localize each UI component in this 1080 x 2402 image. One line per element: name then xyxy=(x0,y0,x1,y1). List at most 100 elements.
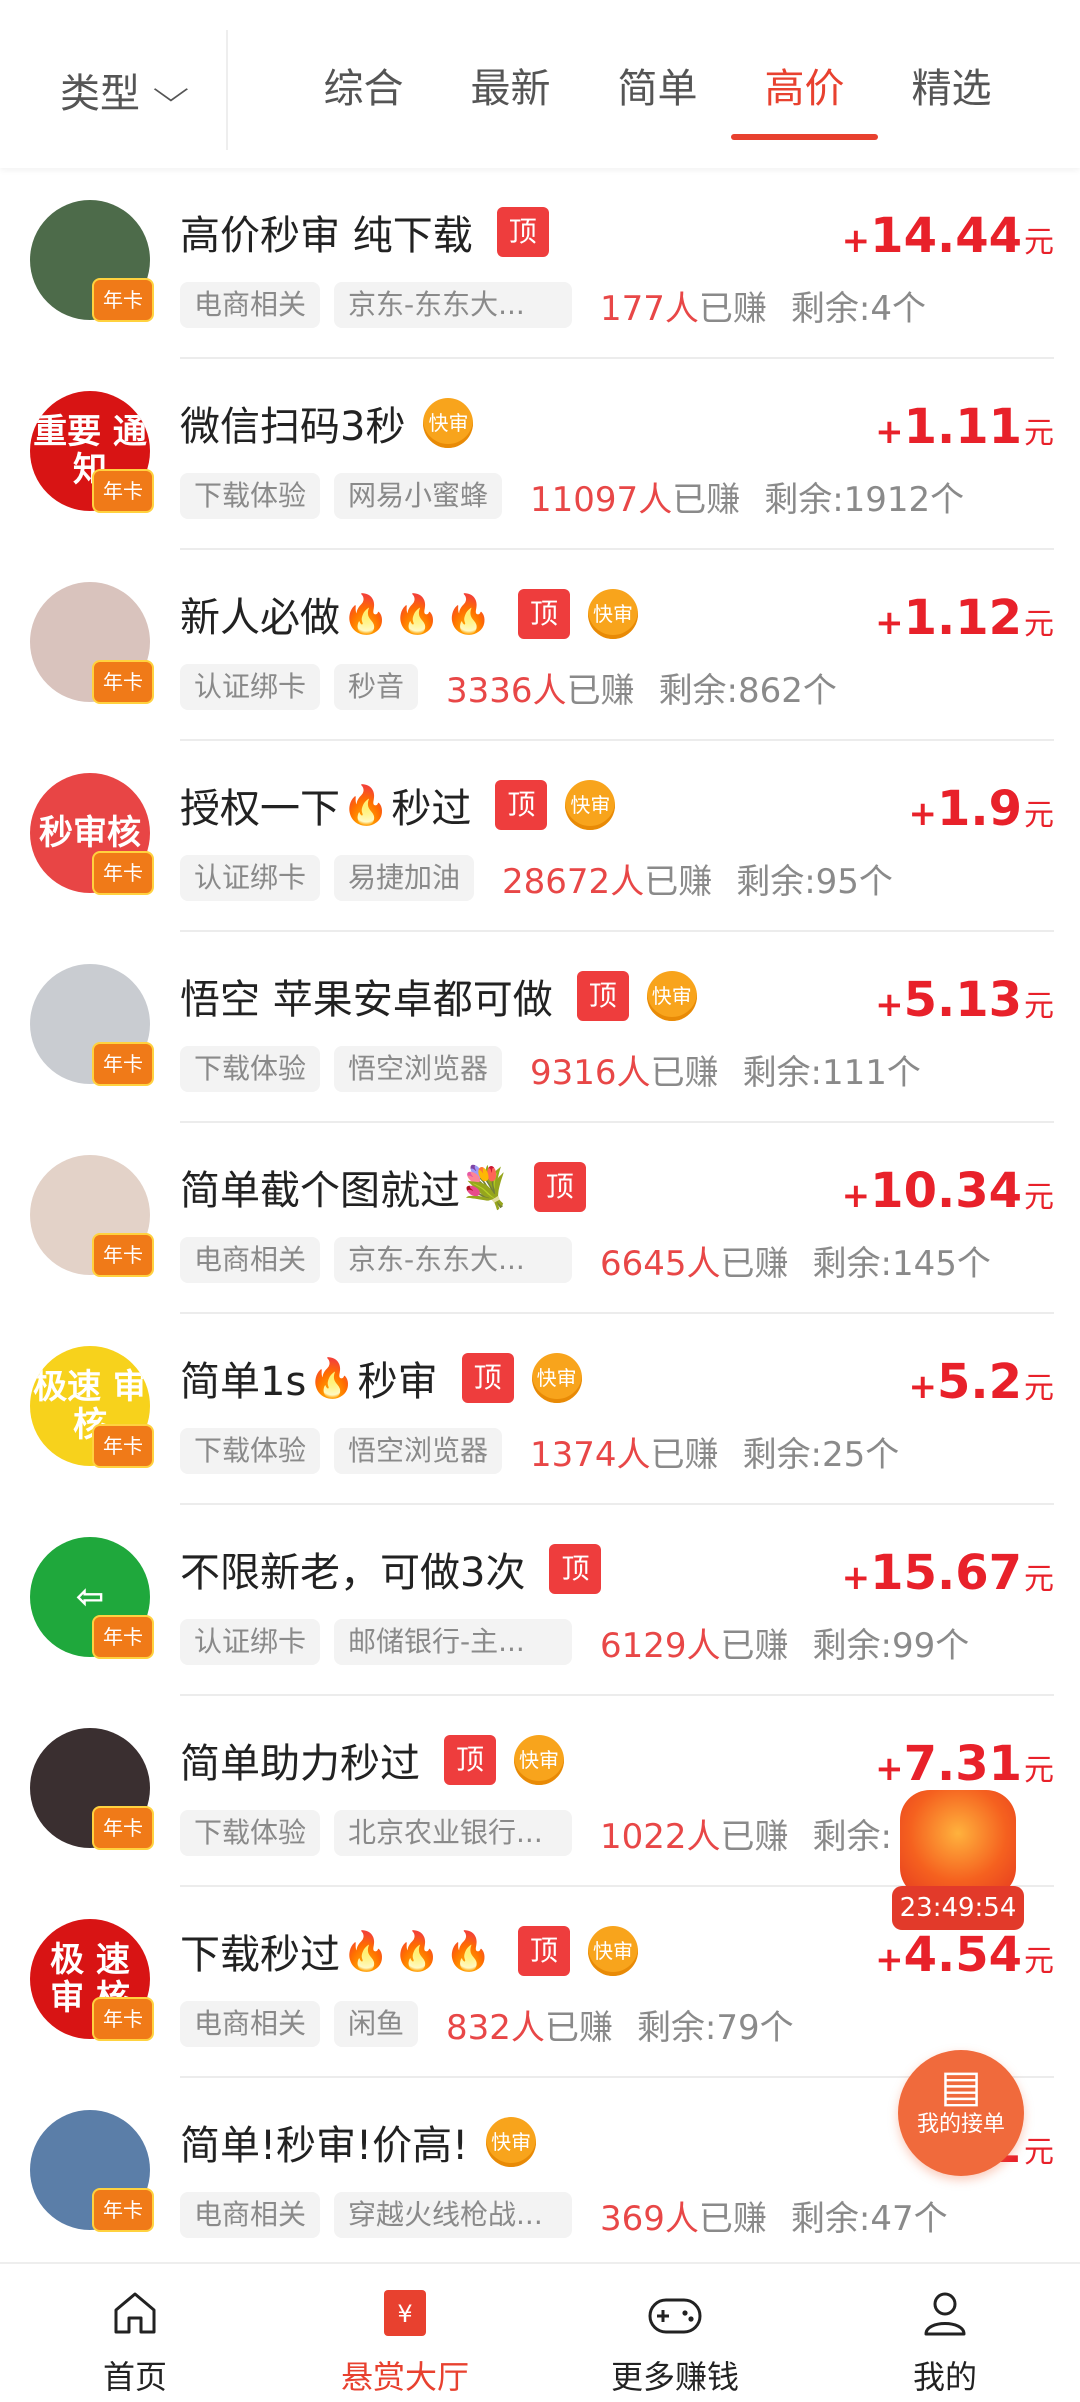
task-title: 授权一下 xyxy=(180,786,340,832)
tab-simple[interactable]: 简单 xyxy=(584,0,731,168)
earned-count: 177人已赚 xyxy=(600,288,767,329)
task-title: 简单助力秒过 xyxy=(180,1741,420,1787)
fast-review-badge: 快审 xyxy=(565,780,616,830)
year-card-badge: 年卡 xyxy=(92,1424,154,1468)
year-card-badge: 年卡 xyxy=(92,469,154,513)
task-price: +14.44 元 xyxy=(841,208,1054,264)
year-card-badge: 年卡 xyxy=(92,1042,154,1086)
remaining-count: 剩余:79个 xyxy=(636,2007,794,2048)
task-price: +15.67 元 xyxy=(841,1545,1054,1601)
task-title: 微信扫码3秒 xyxy=(180,404,406,450)
task-item[interactable]: 极速 审核 年卡 简单1s 🔥 秒审顶快审 下载体验 悟空浏览器 1374人已赚 剩余:25个 +… xyxy=(0,1314,1080,1505)
task-price: +5.13 元 xyxy=(875,972,1054,1028)
fire-icon: 🔥 xyxy=(342,1928,390,1973)
task-title-row: 授权一下 🔥 秒过顶快审 xyxy=(180,775,616,835)
app-tag: 穿越火线枪战... xyxy=(334,2192,573,2238)
task-meta: 电商相关 京东-东东大... 6645人已赚 剩余:145个 xyxy=(180,1235,991,1285)
remaining-count: 剩余:99个 xyxy=(812,1625,970,1666)
task-title: 下载秒过 xyxy=(180,1932,340,1978)
remaining-count: 剩余:4个 xyxy=(790,288,927,329)
top-badge: 顶 xyxy=(495,780,548,830)
task-price: +10.34 元 xyxy=(841,1163,1054,1219)
my-orders-button[interactable]: ▤ 我的接单 xyxy=(898,2050,1024,2176)
task-price: +5.2 元 xyxy=(908,1354,1054,1410)
year-card-badge: 年卡 xyxy=(92,851,154,895)
task-item[interactable]: 年卡 新人必做 🔥 🔥 🔥 顶快审 认证绑卡 秒音 3336人已赚 剩余:862个 +1.12 元 xyxy=(0,550,1080,741)
app-tag: 悟空浏览器 xyxy=(334,1428,503,1474)
fast-review-badge: 快审 xyxy=(587,1926,638,1976)
task-meta: 下载体验 悟空浏览器 9316人已赚 剩余:111个 xyxy=(180,1044,921,1094)
earned-count: 11097人已赚 xyxy=(530,479,741,520)
task-item[interactable]: 秒审核 年卡 授权一下 🔥 秒过顶快审 认证绑卡 易捷加油 28672人已赚 剩余:95个 +1.… xyxy=(0,741,1080,932)
task-item[interactable]: 年卡 简单截个图就过 💐 顶电商相关 京东-东东大... 6645人已赚 剩余:145个 +1… xyxy=(0,1123,1080,1314)
remaining-count: 剩余:47个 xyxy=(790,2198,948,2239)
task-title-tail: 秒过 xyxy=(391,786,472,832)
red-packet-icon xyxy=(900,1790,1016,1898)
category-tag: 电商相关 xyxy=(180,282,321,328)
remaining-count: 剩余:25个 xyxy=(742,1434,900,1475)
tab-featured[interactable]: 精选 xyxy=(878,0,1025,168)
task-meta: 下载体验 北京农业银行... 1022人已赚 剩余: xyxy=(180,1808,892,1858)
app-tag: 邮储银行-主... xyxy=(334,1619,573,1665)
red-packet-widget[interactable]: 23:49:54 xyxy=(892,1790,1024,1940)
active-tab-indicator xyxy=(731,134,878,140)
tab-latest[interactable]: 最新 xyxy=(437,0,584,168)
earned-count: 28672人已赚 xyxy=(502,861,713,902)
category-tag: 电商相关 xyxy=(180,1237,321,1283)
nav-more-earning[interactable]: 更多赚钱 xyxy=(540,2264,810,2402)
fire-icon: 🔥 xyxy=(393,1928,441,1973)
remaining-count: 剩余:111个 xyxy=(742,1052,921,1093)
task-meta: 下载体验 网易小蜜蜂 11097人已赚 剩余:1912个 xyxy=(180,471,964,521)
bottom-nav: 首页 ¥ 悬赏大厅 更多赚钱 我的 xyxy=(0,2262,1080,2402)
remaining-count: 剩余: xyxy=(812,1816,893,1857)
task-title-tail: 秒审 xyxy=(357,1359,438,1405)
nav-home[interactable]: 首页 xyxy=(0,2264,270,2402)
earned-count: 1374人已赚 xyxy=(530,1434,719,1475)
divider xyxy=(226,30,228,150)
task-title: 不限新老，可做3次 xyxy=(180,1550,526,1596)
task-item[interactable]: ⇦ 年卡 不限新老，可做3次顶认证绑卡 邮储银行-主... 6129人已赚 剩余:99个 +… xyxy=(0,1505,1080,1696)
task-item[interactable]: 年卡 悟空 苹果安卓都可做顶快审 下载体验 悟空浏览器 9316人已赚 剩余:111个 +5… xyxy=(0,932,1080,1123)
category-tag: 电商相关 xyxy=(180,2001,321,2047)
category-tag: 认证绑卡 xyxy=(180,1619,321,1665)
remaining-count: 剩余:95个 xyxy=(736,861,893,902)
task-title-row: 简单助力秒过顶快审 xyxy=(180,1730,564,1790)
tab-comprehensive[interactable]: 综合 xyxy=(290,0,437,168)
avatar-text: ⇦ xyxy=(75,1577,105,1617)
top-badge: 顶 xyxy=(496,207,549,257)
task-meta: 认证绑卡 秒音 3336人已赚 剩余:862个 xyxy=(180,662,837,712)
home-icon xyxy=(0,2264,270,2338)
year-card-badge: 年卡 xyxy=(92,1615,154,1659)
fast-review-badge: 快审 xyxy=(514,1735,564,1785)
remaining-count: 剩余:862个 xyxy=(658,670,837,711)
top-badge: 顶 xyxy=(444,1735,496,1785)
year-card-badge: 年卡 xyxy=(92,2188,154,2232)
tab-high-price[interactable]: 高价 xyxy=(731,0,878,168)
earned-count: 6645人已赚 xyxy=(600,1243,789,1284)
task-price: +1.11 元 xyxy=(875,399,1054,455)
year-card-badge: 年卡 xyxy=(92,660,154,704)
task-title-row: 微信扫码3秒 快审 xyxy=(180,393,474,453)
task-item[interactable]: 年卡 高价秒审 纯下载顶电商相关 京东-东东大... 177人已赚 剩余:4个 +14.4… xyxy=(0,168,1080,359)
year-card-badge: 年卡 xyxy=(92,1997,154,2041)
nav-mine[interactable]: 我的 xyxy=(810,2264,1080,2402)
category-tag: 下载体验 xyxy=(180,1046,321,1092)
task-meta: 下载体验 悟空浏览器 1374人已赚 剩余:25个 xyxy=(180,1426,899,1476)
type-filter-dropdown[interactable]: 类型 ⌵ xyxy=(60,60,189,120)
app-tag: 京东-东东大... xyxy=(334,1237,573,1283)
category-tag: 下载体验 xyxy=(180,1810,321,1856)
fast-review-badge: 快审 xyxy=(423,398,474,448)
fire-icon: 🔥 xyxy=(444,591,492,636)
task-item[interactable]: 重要 通知 年卡 微信扫码3秒 快审 下载体验 网易小蜜蜂 11097人已赚 剩余:1912个… xyxy=(0,359,1080,550)
task-title-row: 简单!秒审!价高! 快审 xyxy=(180,2112,537,2172)
fire-icon: 🔥 xyxy=(342,782,390,827)
earned-count: 6129人已赚 xyxy=(600,1625,789,1666)
fast-review-badge: 快审 xyxy=(531,1353,582,1403)
clipboard-icon: ▤ xyxy=(940,2061,982,2112)
nav-reward-hall[interactable]: ¥ 悬赏大厅 xyxy=(270,2264,540,2402)
my-orders-label: 我的接单 xyxy=(916,2112,1005,2137)
category-tabs: 综合 最新 简单 高价 精选 xyxy=(290,0,1025,168)
task-meta: 电商相关 闲鱼 832人已赚 剩余:79个 xyxy=(180,1999,794,2049)
task-price: +1.9 元 xyxy=(908,781,1054,837)
task-meta: 电商相关 穿越火线枪战... 369人已赚 剩余:47个 xyxy=(180,2190,948,2240)
